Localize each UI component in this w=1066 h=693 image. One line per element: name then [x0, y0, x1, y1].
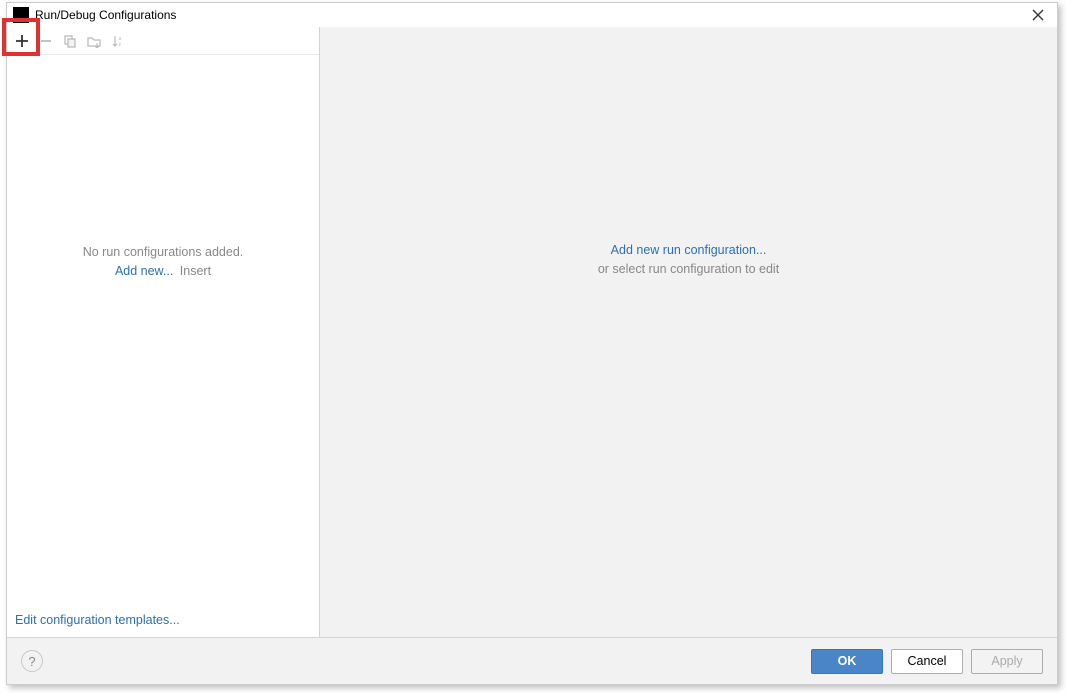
left-footer: Edit configuration templates...: [7, 603, 319, 637]
question-icon: ?: [28, 654, 35, 669]
dialog-title: Run/Debug Configurations: [35, 8, 1025, 22]
add-run-config-link[interactable]: Add new run configuration...: [611, 243, 767, 257]
close-button[interactable]: [1025, 3, 1051, 27]
copy-icon: [63, 34, 77, 48]
remove-config-button[interactable]: [35, 30, 57, 52]
save-config-button[interactable]: [83, 30, 105, 52]
edit-templates-link[interactable]: Edit configuration templates...: [15, 613, 180, 627]
svg-text:z: z: [119, 42, 122, 48]
dialog-body: az No run configurations added. Add new.…: [7, 27, 1057, 684]
add-new-link[interactable]: Add new...: [115, 264, 173, 278]
close-icon: [1032, 9, 1044, 21]
right-panel: Add new run configuration... or select r…: [320, 27, 1057, 637]
toolbar: az: [7, 27, 319, 55]
right-subtext: or select run configuration to edit: [598, 262, 779, 276]
folder-icon: [87, 34, 101, 48]
sort-config-button[interactable]: az: [107, 30, 129, 52]
no-config-label: No run configurations added.: [83, 245, 244, 259]
help-button[interactable]: ?: [21, 650, 43, 672]
titlebar: Run/Debug Configurations: [7, 3, 1057, 27]
cancel-button[interactable]: Cancel: [891, 649, 963, 674]
plus-icon: [15, 34, 29, 48]
sort-icon: az: [111, 34, 125, 48]
copy-config-button[interactable]: [59, 30, 81, 52]
minus-icon: [39, 34, 53, 48]
add-config-button[interactable]: [11, 30, 33, 52]
run-debug-config-dialog: Run/Debug Configurations: [6, 2, 1058, 685]
left-panel: az No run configurations added. Add new.…: [7, 27, 320, 637]
config-list-empty: No run configurations added. Add new... …: [7, 55, 319, 603]
add-new-hint: Insert: [180, 264, 211, 278]
add-new-line: Add new... Insert: [115, 264, 211, 278]
ok-button[interactable]: OK: [811, 649, 883, 674]
apply-button: Apply: [971, 649, 1043, 674]
app-icon: [13, 7, 29, 23]
button-bar: ? OK Cancel Apply: [7, 638, 1057, 684]
content-area: az No run configurations added. Add new.…: [7, 27, 1057, 638]
